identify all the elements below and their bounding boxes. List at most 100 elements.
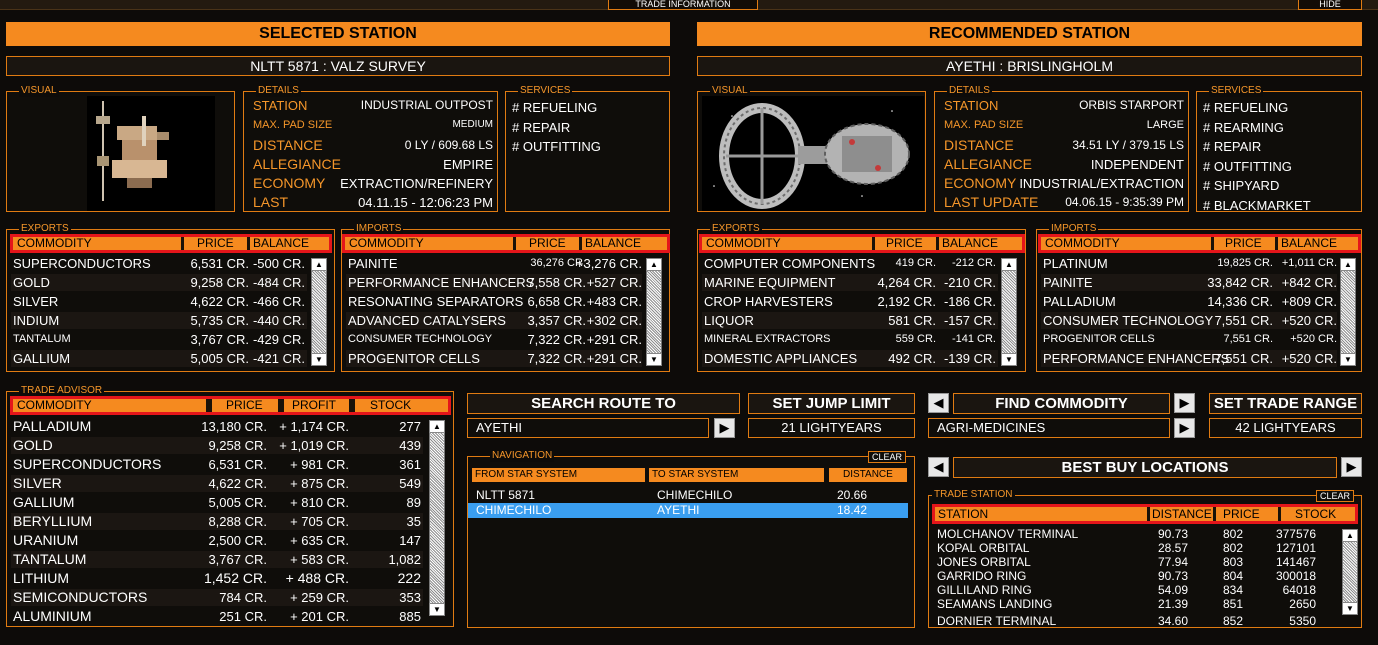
table-row[interactable]: PALLADIUM 13,180 CR. + 1,174 CR. 277 <box>11 418 423 435</box>
table-row[interactable]: SUPERCONDUCTORS 6,531 CR. + 981 CR. 361 <box>11 456 423 473</box>
table-row[interactable]: PAINITE 33,842 CR. +842 CR. <box>1041 274 1337 291</box>
table-row[interactable]: SILVER 4,622 CR. -466 CR. <box>11 293 307 310</box>
imports-scrollbar[interactable]: ▲ ▼ <box>1340 258 1356 366</box>
col-commodity[interactable]: COMMODITY <box>17 399 92 412</box>
trade-range-field[interactable]: 42 LIGHTYEARS <box>1209 418 1362 438</box>
col-balance[interactable]: BALANCE <box>1281 237 1337 250</box>
table-row[interactable]: PAINITE 36,276 CR. +3,276 CR. <box>346 255 642 272</box>
table-row[interactable]: CONSUMER TECHNOLOGY 7,322 CR. +291 CR. <box>346 331 642 348</box>
search-route-button[interactable]: SEARCH ROUTE TO <box>467 393 740 414</box>
table-row[interactable]: CONSUMER TECHNOLOGY 7,551 CR. +520 CR. <box>1041 312 1337 329</box>
find-commodity-input[interactable]: AGRI-MEDICINES <box>928 418 1170 438</box>
table-row[interactable]: PROGENITOR CELLS 7,551 CR. +520 CR. <box>1041 331 1337 348</box>
imports-scrollbar[interactable]: ▲ ▼ <box>646 258 662 366</box>
table-row[interactable]: PLATINUM 19,825 CR. +1,011 CR. <box>1041 255 1337 272</box>
col-price[interactable]: PRICE <box>886 237 923 250</box>
scroll-down-icon[interactable]: ▼ <box>311 353 327 366</box>
right-arrow-icon[interactable]: ▶ <box>1174 393 1195 413</box>
route-row[interactable]: NLTT 5871 CHIMECHILO 20.66 <box>472 488 908 503</box>
table-row[interactable]: TANTALUM 3,767 CR. + 583 CR. 1,082 <box>11 551 423 568</box>
table-row[interactable]: PERFORMANCE ENHANCERS 7,551 CR. +520 CR. <box>1041 350 1337 367</box>
col-commodity[interactable]: COMMODITY <box>349 237 424 250</box>
table-row[interactable]: GOLD 9,258 CR. -484 CR. <box>11 274 307 291</box>
find-commodity-button[interactable]: FIND COMMODITY <box>953 393 1170 414</box>
station-row[interactable]: GILLILAND RING 54.09 834 64018 <box>933 583 1338 597</box>
table-row[interactable]: URANIUM 2,500 CR. + 635 CR. 147 <box>11 532 423 549</box>
table-row[interactable]: LIQUOR 581 CR. -157 CR. <box>702 312 998 329</box>
scroll-down-icon[interactable]: ▼ <box>1340 353 1356 366</box>
set-jump-limit-button[interactable]: SET JUMP LIMIT <box>748 393 915 414</box>
right-arrow-icon[interactable]: ▶ <box>714 418 735 438</box>
col-commodity[interactable]: COMMODITY <box>1045 237 1120 250</box>
col-profit[interactable]: PROFIT <box>292 399 336 412</box>
table-row[interactable]: GALLIUM 5,005 CR. -421 CR. <box>11 350 307 367</box>
trade-station-scrollbar[interactable]: ▲ ▼ <box>1342 529 1358 615</box>
station-row[interactable]: GARRIDO RING 90.73 804 300018 <box>933 569 1338 583</box>
col-distance[interactable]: DISTANCE <box>1152 507 1212 521</box>
right-arrow-icon[interactable]: ▶ <box>1341 457 1362 477</box>
exports-scrollbar[interactable]: ▲ ▼ <box>311 258 327 366</box>
col-commodity[interactable]: COMMODITY <box>17 237 92 250</box>
table-row[interactable]: PERFORMANCE ENHANCERS 7,558 CR. +527 CR. <box>346 274 642 291</box>
table-row[interactable]: INDIUM 5,735 CR. -440 CR. <box>11 312 307 329</box>
col-price[interactable]: PRICE <box>226 399 263 412</box>
col-stock[interactable]: STOCK <box>370 399 411 412</box>
col-price[interactable]: PRICE <box>529 237 566 250</box>
table-row[interactable]: DOMESTIC APPLIANCES 492 CR. -139 CR. <box>702 350 998 367</box>
scroll-up-icon[interactable]: ▲ <box>311 258 327 271</box>
table-row[interactable]: MINERAL EXTRACTORS 559 CR. -141 CR. <box>702 331 998 348</box>
table-row[interactable]: PALLADIUM 14,336 CR. +809 CR. <box>1041 293 1337 310</box>
col-stock[interactable]: STOCK <box>1295 507 1336 521</box>
scroll-down-icon[interactable]: ▼ <box>646 353 662 366</box>
col-commodity[interactable]: COMMODITY <box>706 237 781 250</box>
scroll-up-icon[interactable]: ▲ <box>1340 258 1356 271</box>
table-row[interactable]: GALLIUM 5,005 CR. + 810 CR. 89 <box>11 494 423 511</box>
col-price[interactable]: PRICE <box>197 237 234 250</box>
left-arrow-icon[interactable]: ◀ <box>928 393 949 413</box>
station-row[interactable]: DORNIER TERMINAL 34.60 852 5350 <box>933 611 1338 625</box>
col-balance[interactable]: BALANCE <box>253 237 309 250</box>
tab-trade-information[interactable]: TRADE INFORMATION <box>608 0 758 10</box>
table-row[interactable]: SUPERCONDUCTORS 6,531 CR. -500 CR. <box>11 255 307 272</box>
scroll-up-icon[interactable]: ▲ <box>429 420 445 433</box>
station-row[interactable]: JONES ORBITAL 77.94 803 141467 <box>933 555 1338 569</box>
set-trade-range-button[interactable]: SET TRADE RANGE <box>1209 393 1362 414</box>
scroll-up-icon[interactable]: ▲ <box>1342 529 1358 542</box>
table-row[interactable]: ADVANCED CATALYSERS 3,357 CR. +302 CR. <box>346 312 642 329</box>
col-distance[interactable]: DISTANCE <box>829 468 907 482</box>
col-price[interactable]: PRICE <box>1225 237 1262 250</box>
table-row[interactable]: TANTALUM 3,767 CR. -429 CR. <box>11 331 307 348</box>
table-row[interactable]: GOLD 9,258 CR. + 1,019 CR. 439 <box>11 437 423 454</box>
table-row[interactable]: COMPUTER COMPONENTS 419 CR. -212 CR. <box>702 255 998 272</box>
table-row[interactable]: RESONATING SEPARATORS 6,658 CR. +483 CR. <box>346 293 642 310</box>
right-arrow-icon[interactable]: ▶ <box>1174 418 1195 438</box>
route-row-selected[interactable]: CHIMECHILO AYETHI 18.42 <box>468 503 908 518</box>
jump-limit-field[interactable]: 21 LIGHTYEARS <box>748 418 915 438</box>
table-row[interactable]: ALUMINIUM 251 CR. + 201 CR. 885 <box>11 608 423 625</box>
col-station[interactable]: STATION <box>938 507 988 521</box>
col-balance[interactable]: BALANCE <box>942 237 998 250</box>
table-row[interactable]: CROP HARVESTERS 2,192 CR. -186 CR. <box>702 293 998 310</box>
scroll-down-icon[interactable]: ▼ <box>429 603 445 616</box>
station-row[interactable]: SEAMANS LANDING 21.39 851 2650 <box>933 597 1338 611</box>
col-balance[interactable]: BALANCE <box>585 237 641 250</box>
clear-navigation-button[interactable]: CLEAR <box>868 451 906 463</box>
exports-scrollbar[interactable]: ▲ ▼ <box>1001 258 1017 366</box>
table-row[interactable]: BERYLLIUM 8,288 CR. + 705 CR. 35 <box>11 513 423 530</box>
col-to-star-system[interactable]: TO STAR SYSTEM <box>649 468 824 482</box>
table-row[interactable]: SILVER 4,622 CR. + 875 CR. 549 <box>11 475 423 492</box>
hide-button[interactable]: HIDE <box>1298 0 1362 10</box>
scroll-down-icon[interactable]: ▼ <box>1342 602 1358 615</box>
col-price[interactable]: PRICE <box>1223 507 1260 521</box>
table-row[interactable]: PROGENITOR CELLS 7,322 CR. +291 CR. <box>346 350 642 367</box>
scroll-up-icon[interactable]: ▲ <box>1001 258 1017 271</box>
trade-advisor-scrollbar[interactable]: ▲ ▼ <box>429 420 445 616</box>
station-row[interactable]: MOLCHANOV TERMINAL 90.73 802 377576 <box>933 527 1338 541</box>
scroll-up-icon[interactable]: ▲ <box>646 258 662 271</box>
col-from-star-system[interactable]: FROM STAR SYSTEM <box>472 468 645 482</box>
left-arrow-icon[interactable]: ◀ <box>928 457 949 477</box>
table-row[interactable]: SEMICONDUCTORS 784 CR. + 259 CR. 353 <box>11 589 423 606</box>
search-route-input[interactable]: AYETHI <box>467 418 709 438</box>
scroll-down-icon[interactable]: ▼ <box>1001 353 1017 366</box>
table-row[interactable]: MARINE EQUIPMENT 4,264 CR. -210 CR. <box>702 274 998 291</box>
